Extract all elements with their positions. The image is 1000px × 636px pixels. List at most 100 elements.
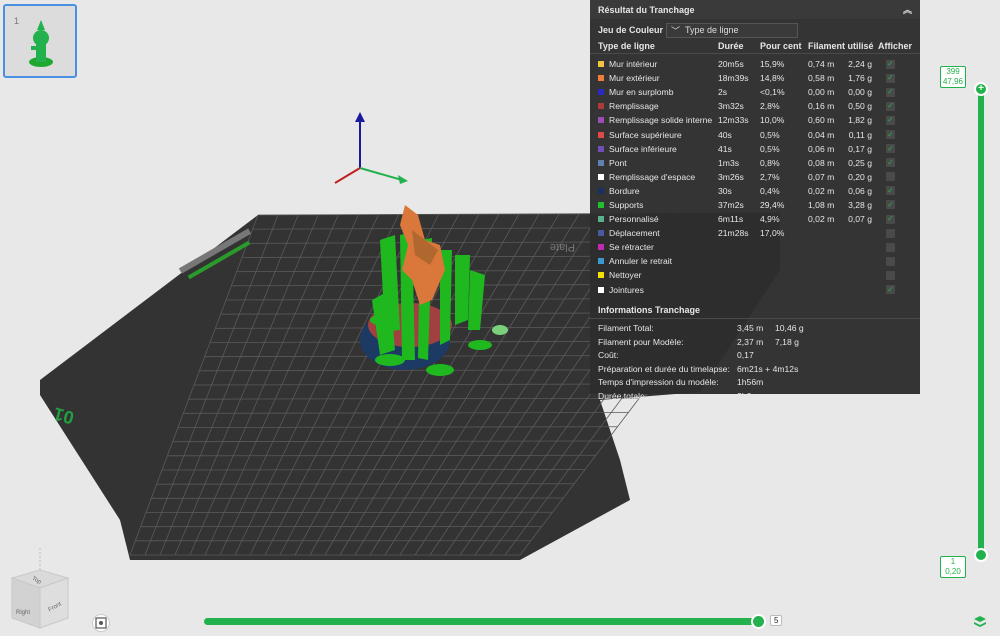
plus-icon: + (978, 83, 984, 94)
percent-cell: 29,4% (760, 199, 785, 210)
filament-weight: 1,82 g (848, 115, 872, 126)
line-type-name: Mur en surplomb (598, 87, 718, 97)
double-chevron-up-icon[interactable]: ︽ (903, 3, 912, 16)
percent-cell: 14,8% (760, 73, 785, 84)
layer-slider-track[interactable] (978, 89, 984, 559)
color-scheme-label: Jeu de Couleur (598, 25, 664, 35)
color-swatch (598, 230, 604, 237)
info-label: Filament Total: (598, 323, 654, 334)
filament-length: 0,04 m (808, 129, 835, 140)
show-checkbox[interactable] (886, 228, 895, 238)
table-row: Déplacement 21m28s 17,0% (590, 226, 920, 240)
line-type-name: Mur intérieur (598, 59, 718, 69)
move-slider-handle[interactable] (751, 614, 766, 629)
layers-icon[interactable] (972, 614, 988, 630)
top-layer-handle[interactable]: + (974, 82, 988, 96)
filament-cell: 0,60 m 1,82 g (808, 115, 878, 125)
line-type-name: Déplacement (598, 228, 718, 238)
table-row: Mur en surplomb 2s <0,1% 0,00 m 0,00 g ✓ (590, 85, 920, 99)
color-swatch (598, 173, 604, 180)
slice-result-panel: Résultat du Tranchage ︽ Jeu de Couleur ﹀… (590, 0, 920, 401)
3d-viewport[interactable]: Plate 01 1 Résultat du Tranchage ︽ Jeu d… (0, 0, 1000, 636)
show-checkbox[interactable]: ✓ (886, 73, 895, 83)
info-value: 6m21s + 4m12s (737, 363, 799, 374)
filament-weight: 0,07 g (848, 214, 872, 225)
line-type-name: Personnalisé (598, 214, 718, 224)
show-checkbox[interactable]: ✓ (886, 115, 895, 125)
model-thumbnail-icon (29, 20, 53, 67)
slice-info-list: Filament Total: 3,45 m 10,46 g Filament pou… (590, 319, 920, 403)
percent-cell: 0,8% (760, 157, 780, 168)
percent-cell: 10,0% (760, 115, 785, 126)
column-header: Type de ligne (598, 41, 655, 51)
line-type-table: Mur intérieur 20m5s 15,9% 0,74 m 2,24 g ✓ Mur … (590, 54, 920, 297)
table-row: Remplissage 3m32s 2,8% 0,16 m 0,50 g ✓ (590, 99, 920, 113)
fit-view-icon[interactable] (92, 614, 110, 632)
grid-line (161, 469, 586, 471)
table-row: Mur extérieur 18m39s 14,8% 0,58 m 1,76 g ✓ (590, 71, 920, 85)
color-swatch (598, 61, 604, 68)
line-type-label: Jointures (609, 284, 644, 295)
table-row: Se rétracter (590, 240, 920, 254)
show-checkbox[interactable]: ✓ (886, 186, 895, 196)
table-row: Supports 37m2s 29,4% 1,08 m 3,28 g ✓ (590, 198, 920, 212)
line-type-name: Annuler le retrait (598, 256, 718, 266)
show-checkbox[interactable] (886, 172, 895, 182)
filament-length: 0,60 m (808, 115, 835, 126)
line-type-label: Remplissage solide interne (609, 115, 713, 126)
show-checkbox[interactable]: ✓ (886, 101, 895, 111)
show-checkbox[interactable]: ✓ (886, 59, 895, 69)
show-checkbox[interactable]: ✓ (886, 158, 895, 168)
filament-length: 0,00 m (808, 87, 835, 98)
filament-weight: 0,50 g (848, 101, 872, 112)
top-layer-number: 399 (946, 67, 960, 76)
percent-cell: 17,0% (760, 228, 785, 239)
duration-cell: 21m28s (718, 228, 749, 239)
layer-slider[interactable]: 399 47,96 + 1 0,20 (940, 62, 990, 582)
move-slider[interactable]: 5 (200, 612, 800, 632)
column-header: Filament utilisé (808, 41, 874, 51)
duration-cell: 1m3s (718, 157, 740, 168)
line-type-label: Déplacement (609, 228, 660, 239)
info-label: Préparation et durée du timelapse: (598, 363, 730, 374)
bottom-layer-handle[interactable] (974, 548, 988, 562)
duration-cell: 6m11s (718, 214, 744, 225)
color-swatch (598, 103, 604, 110)
color-scheme-select[interactable]: ﹀ Type de ligne (666, 22, 798, 38)
show-checkbox[interactable] (886, 270, 895, 280)
color-swatch (598, 145, 604, 152)
percent-cell: 0,5% (760, 143, 780, 154)
show-checkbox[interactable]: ✓ (886, 200, 895, 210)
color-swatch (598, 272, 604, 279)
view-cube[interactable]: Top Right Front (4, 548, 76, 634)
table-header: Type de ligne Durée Pour cent Filament u… (590, 39, 920, 54)
filament-cell: 0,08 m 0,25 g (808, 158, 878, 168)
show-checkbox[interactable]: ✓ (886, 214, 895, 224)
color-swatch (598, 216, 604, 223)
line-type-label: Nettoyer (609, 270, 642, 281)
table-row: Mur intérieur 20m5s 15,9% 0,74 m 2,24 g ✓ (590, 57, 920, 71)
info-value: 1h56m (737, 377, 764, 388)
percent-cell: <0,1% (760, 87, 785, 98)
table-row: Remplissage solide interne 12m33s 10,0% 0,6… (590, 113, 920, 127)
filament-length: 0,16 m (808, 101, 835, 112)
show-checkbox[interactable] (886, 242, 895, 252)
show-checkbox[interactable]: ✓ (886, 144, 895, 154)
column-header: Pour cent (760, 41, 802, 51)
duration-cell: 12m33s (718, 115, 749, 126)
move-slider-track[interactable] (204, 618, 760, 625)
plate-thumbnail[interactable]: 1 (3, 4, 77, 78)
show-checkbox[interactable]: ✓ (886, 87, 895, 97)
info-row: Filament pour Modèle: 2,37 m 7,18 g (590, 335, 920, 349)
filament-length: 0,02 m (808, 214, 835, 225)
line-type-name: Mur extérieur (598, 73, 718, 83)
show-checkbox[interactable]: ✓ (886, 130, 895, 140)
line-type-name: Bordure (598, 186, 718, 196)
info-value: 3,45 m (737, 323, 764, 334)
filament-length: 0,02 m (808, 185, 835, 196)
duration-cell: 3m32s (718, 101, 744, 112)
show-checkbox[interactable] (886, 256, 895, 266)
show-checkbox[interactable]: ✓ (886, 285, 895, 295)
filament-weight: 0,25 g (848, 157, 872, 168)
line-type-label: Annuler le retrait (609, 256, 673, 267)
